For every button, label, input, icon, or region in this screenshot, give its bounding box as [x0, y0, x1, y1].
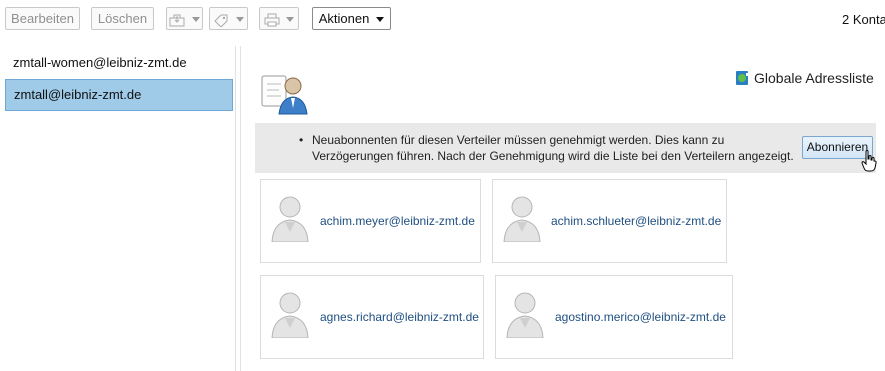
- address-book-label: Globale Adressliste: [754, 70, 874, 86]
- person-placeholder-icon: [270, 288, 310, 341]
- tag-icon: [213, 11, 233, 28]
- detail-pane: Globale Adressliste • Neuabonnenten für …: [240, 46, 885, 371]
- edit-button-label: Bearbeiten: [11, 11, 74, 26]
- toolbar: Bearbeiten Löschen Aktionen 2 Kontak: [0, 0, 885, 40]
- actions-dropdown-button[interactable]: Aktionen: [312, 7, 391, 30]
- member-card[interactable]: achim.schlueter@leibniz-zmt.de: [492, 179, 727, 263]
- distribution-list-icon: [259, 66, 309, 119]
- member-email-link[interactable]: achim.meyer@leibniz-zmt.de: [320, 214, 475, 228]
- member-email-link[interactable]: agostino.merico@leibniz-zmt.de: [555, 310, 726, 324]
- actions-button-label: Aktionen: [318, 11, 370, 26]
- person-placeholder-icon: [270, 192, 310, 245]
- member-card[interactable]: agnes.richard@leibniz-zmt.de: [260, 275, 484, 359]
- move-dropdown-button[interactable]: [166, 7, 203, 30]
- chevron-down-icon: [376, 17, 385, 23]
- bullet: •: [299, 133, 304, 147]
- delete-button-label: Löschen: [97, 11, 148, 26]
- notice-text: Neuabonnenten für diesen Verteiler müsse…: [312, 133, 794, 163]
- list-item[interactable]: zmtall-women@leibniz-zmt.de: [5, 48, 233, 80]
- address-book-icon: [735, 70, 754, 86]
- person-placeholder-icon: [502, 192, 542, 245]
- delete-button[interactable]: Löschen: [91, 7, 154, 30]
- list-item-label: zmtall-women@leibniz-zmt.de: [13, 55, 187, 70]
- member-card[interactable]: achim.meyer@leibniz-zmt.de: [260, 179, 481, 263]
- printer-icon: [264, 11, 284, 27]
- chevron-down-icon: [191, 17, 200, 23]
- chevron-down-icon: [286, 17, 295, 23]
- contact-count: 2 Kontak: [842, 12, 885, 27]
- person-placeholder-icon: [505, 288, 545, 341]
- member-email-link[interactable]: agnes.richard@leibniz-zmt.de: [320, 310, 479, 324]
- hand-cursor-icon: [861, 150, 877, 175]
- print-dropdown-button[interactable]: [259, 7, 299, 30]
- list-item-label: zmtall@leibniz-zmt.de: [14, 87, 142, 102]
- list-item-selected[interactable]: zmtall@leibniz-zmt.de: [5, 79, 233, 111]
- folder-move-icon: [169, 11, 189, 27]
- chevron-down-icon: [235, 17, 244, 23]
- subscription-notice: • Neuabonnenten für diesen Verteiler müs…: [255, 123, 877, 175]
- member-email-link[interactable]: achim.schlueter@leibniz-zmt.de: [551, 214, 721, 228]
- global-address-list[interactable]: Globale Adressliste: [735, 70, 874, 86]
- member-card[interactable]: agostino.merico@leibniz-zmt.de: [495, 275, 733, 359]
- categorize-dropdown-button[interactable]: [209, 7, 248, 30]
- distribution-list-panel: zmtall-women@leibniz-zmt.de zmtall@leibn…: [0, 46, 236, 371]
- edit-button[interactable]: Bearbeiten: [5, 7, 80, 30]
- subscribe-button-label: Abonnieren: [806, 140, 869, 154]
